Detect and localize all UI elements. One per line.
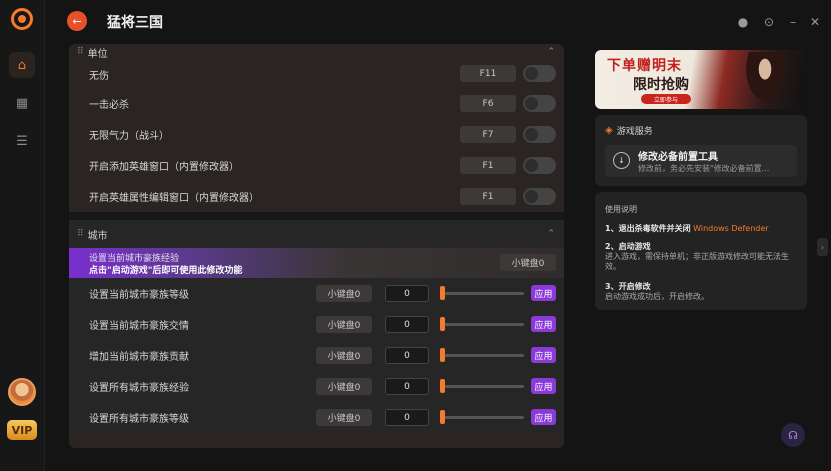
- value-slider[interactable]: [440, 410, 524, 424]
- usage-guide-card: 使用说明 1、退出杀毒软件并关闭 Windows Defender 2、启动游戏…: [595, 192, 807, 310]
- value-slider[interactable]: [440, 286, 524, 300]
- service-title: 游戏服务: [616, 127, 653, 137]
- slider-thumb[interactable]: [440, 317, 445, 331]
- section-divider: [69, 212, 564, 220]
- guide-step-3: 3、开启修改 启动游戏成功后，开启修改。: [605, 282, 800, 302]
- games-icon[interactable]: ▦: [9, 90, 35, 116]
- apply-button[interactable]: 应用: [531, 378, 556, 394]
- guide-title: 使用说明: [605, 205, 637, 214]
- hotkey-button[interactable]: 小键盘0: [500, 254, 556, 271]
- value-input[interactable]: 0: [385, 378, 429, 395]
- section-title: 单位: [87, 48, 108, 60]
- page-title: 猛将三国: [107, 15, 163, 31]
- value-slider[interactable]: [440, 348, 524, 362]
- cheat-toggle[interactable]: [523, 157, 556, 174]
- banner-headline: 下单赠明末: [607, 58, 682, 74]
- hotkey-button[interactable]: 小键盘0: [316, 378, 372, 395]
- locked-cheat-row: 设置当前城市豪族经验 点击"启动游戏"后即可使用此修改功能 小键盘0: [69, 248, 564, 278]
- avatar[interactable]: [8, 378, 36, 406]
- value-input[interactable]: 0: [385, 347, 429, 364]
- value-input[interactable]: 0: [385, 409, 429, 426]
- step-title: 3、开启修改: [605, 282, 651, 291]
- section-title: 城市: [87, 230, 108, 242]
- apply-button[interactable]: 应用: [531, 285, 556, 301]
- cheat-row: 增加当前城市豪族贡献 小键盘0 0 应用: [69, 340, 564, 371]
- app-logo-icon: [11, 8, 33, 30]
- banner-subline: 限时抢购: [633, 77, 689, 93]
- storage-icon[interactable]: ☰: [9, 128, 35, 154]
- guide-step-2: 2、启动游戏 进入游戏，需保持单机；非正版游戏修改可能无法生效。: [605, 242, 800, 272]
- banner-character-image: [741, 52, 789, 109]
- package-icon: ◈: [605, 125, 613, 136]
- slider-thumb[interactable]: [440, 379, 445, 393]
- step-description: 进入游戏，需保持单机；非正版游戏修改可能无法生效。: [605, 252, 789, 271]
- banner-join-button[interactable]: 立即参与: [641, 94, 691, 104]
- close-icon[interactable]: ✕: [807, 14, 823, 30]
- value-slider[interactable]: [440, 317, 524, 331]
- game-service-card: ◈ 游戏服务 ↓ 修改必备前置工具 修改前，务必先安装"修改必备前置...: [595, 115, 807, 186]
- headset-icon[interactable]: ☊: [781, 423, 805, 447]
- cheat-panel: ⠿ 单位 ⌃ 无伤 F11 一击必杀 F6 无限气力（战斗） F7 开启添加英雄…: [69, 44, 564, 448]
- hotkey-button[interactable]: 小键盘0: [316, 316, 372, 333]
- apply-button[interactable]: 应用: [531, 347, 556, 363]
- vip-badge[interactable]: VIP: [7, 420, 37, 440]
- cheat-row: 开启添加英雄窗口（内置修改器） F1: [69, 150, 564, 181]
- value-input[interactable]: 0: [385, 285, 429, 302]
- step-title: 2、启动游戏: [605, 242, 651, 251]
- hotkey-button[interactable]: 小键盘0: [316, 285, 372, 302]
- chevron-up-icon[interactable]: ⌃: [547, 47, 555, 57]
- record-icon[interactable]: ●: [735, 14, 751, 30]
- hotkey-button[interactable]: 小键盘0: [316, 347, 372, 364]
- hotkey-button[interactable]: F1: [460, 188, 516, 205]
- cheat-row: 设置所有城市豪族等级 小键盘0 0 应用: [69, 402, 564, 433]
- slider-thumb[interactable]: [440, 348, 445, 362]
- tool-title: 修改必备前置工具: [638, 152, 718, 163]
- settings-icon[interactable]: ⊙: [761, 14, 777, 30]
- hotkey-button[interactable]: F1: [460, 157, 516, 174]
- cheat-row: 一击必杀 F6: [69, 88, 564, 119]
- guide-step-1: 1、退出杀毒软件并关闭 Windows Defender: [605, 224, 800, 234]
- cheat-row: 开启英雄属性编辑窗口（内置修改器） F1: [69, 181, 564, 212]
- promo-banner[interactable]: 下单赠明末 限时抢购 立即参与: [595, 50, 807, 109]
- cheat-toggle[interactable]: [523, 95, 556, 112]
- cheat-row: 设置所有城市豪族经验 小键盘0 0 应用: [69, 371, 564, 402]
- download-icon: ↓: [613, 152, 630, 169]
- hotkey-button[interactable]: F11: [460, 65, 516, 82]
- hotkey-button[interactable]: 小键盘0: [316, 409, 372, 426]
- service-header: ◈ 游戏服务: [605, 124, 653, 137]
- hotkey-button[interactable]: F7: [460, 126, 516, 143]
- step-description: 启动游戏成功后，开启修改。: [605, 292, 709, 301]
- section-header-unit[interactable]: ⠿ 单位 ⌃: [69, 44, 564, 60]
- step-highlight: Windows Defender: [693, 224, 769, 233]
- chevron-right-icon[interactable]: ›: [817, 238, 828, 256]
- cheat-toggle[interactable]: [523, 188, 556, 205]
- tool-description: 修改前，务必先安装"修改必备前置...: [638, 164, 770, 173]
- section-icon: ⠿: [77, 229, 84, 239]
- chevron-up-icon[interactable]: ⌃: [547, 229, 555, 239]
- step-title: 1、退出杀毒软件并关闭: [605, 224, 691, 233]
- cheat-row: 设置当前城市豪族交情 小键盘0 0 应用: [69, 309, 564, 340]
- home-icon[interactable]: ⌂: [9, 52, 35, 78]
- cheat-row: 无伤 F11: [69, 60, 564, 88]
- cheat-row: 无限气力（战斗） F7: [69, 119, 564, 150]
- section-icon: ⠿: [77, 47, 84, 57]
- section-city: ⠿ 城市 ⌃ 设置当前城市豪族经验 点击"启动游戏"后即可使用此修改功能 小键盘…: [69, 220, 564, 433]
- top-bar: ← 猛将三国 ● ⊙ – ✕: [45, 0, 831, 44]
- value-slider[interactable]: [440, 379, 524, 393]
- back-arrow-icon[interactable]: ←: [67, 11, 87, 31]
- value-input[interactable]: 0: [385, 316, 429, 333]
- hotkey-button[interactable]: F6: [460, 95, 516, 112]
- left-rail: ⌂ ▦ ☰ VIP: [0, 0, 45, 471]
- section-header-city[interactable]: ⠿ 城市 ⌃: [69, 220, 564, 248]
- minimize-icon[interactable]: –: [785, 14, 801, 30]
- cheat-toggle[interactable]: [523, 126, 556, 143]
- launch-notice: 点击"启动游戏"后即可使用此修改功能: [89, 266, 243, 276]
- slider-thumb[interactable]: [440, 286, 445, 300]
- apply-button[interactable]: 应用: [531, 409, 556, 425]
- cheat-row: 设置当前城市豪族等级 小键盘0 0 应用: [69, 278, 564, 309]
- prerequisite-tool-item[interactable]: ↓ 修改必备前置工具 修改前，务必先安装"修改必备前置...: [605, 145, 797, 177]
- apply-button[interactable]: 应用: [531, 316, 556, 332]
- cheat-toggle[interactable]: [523, 65, 556, 82]
- slider-thumb[interactable]: [440, 410, 445, 424]
